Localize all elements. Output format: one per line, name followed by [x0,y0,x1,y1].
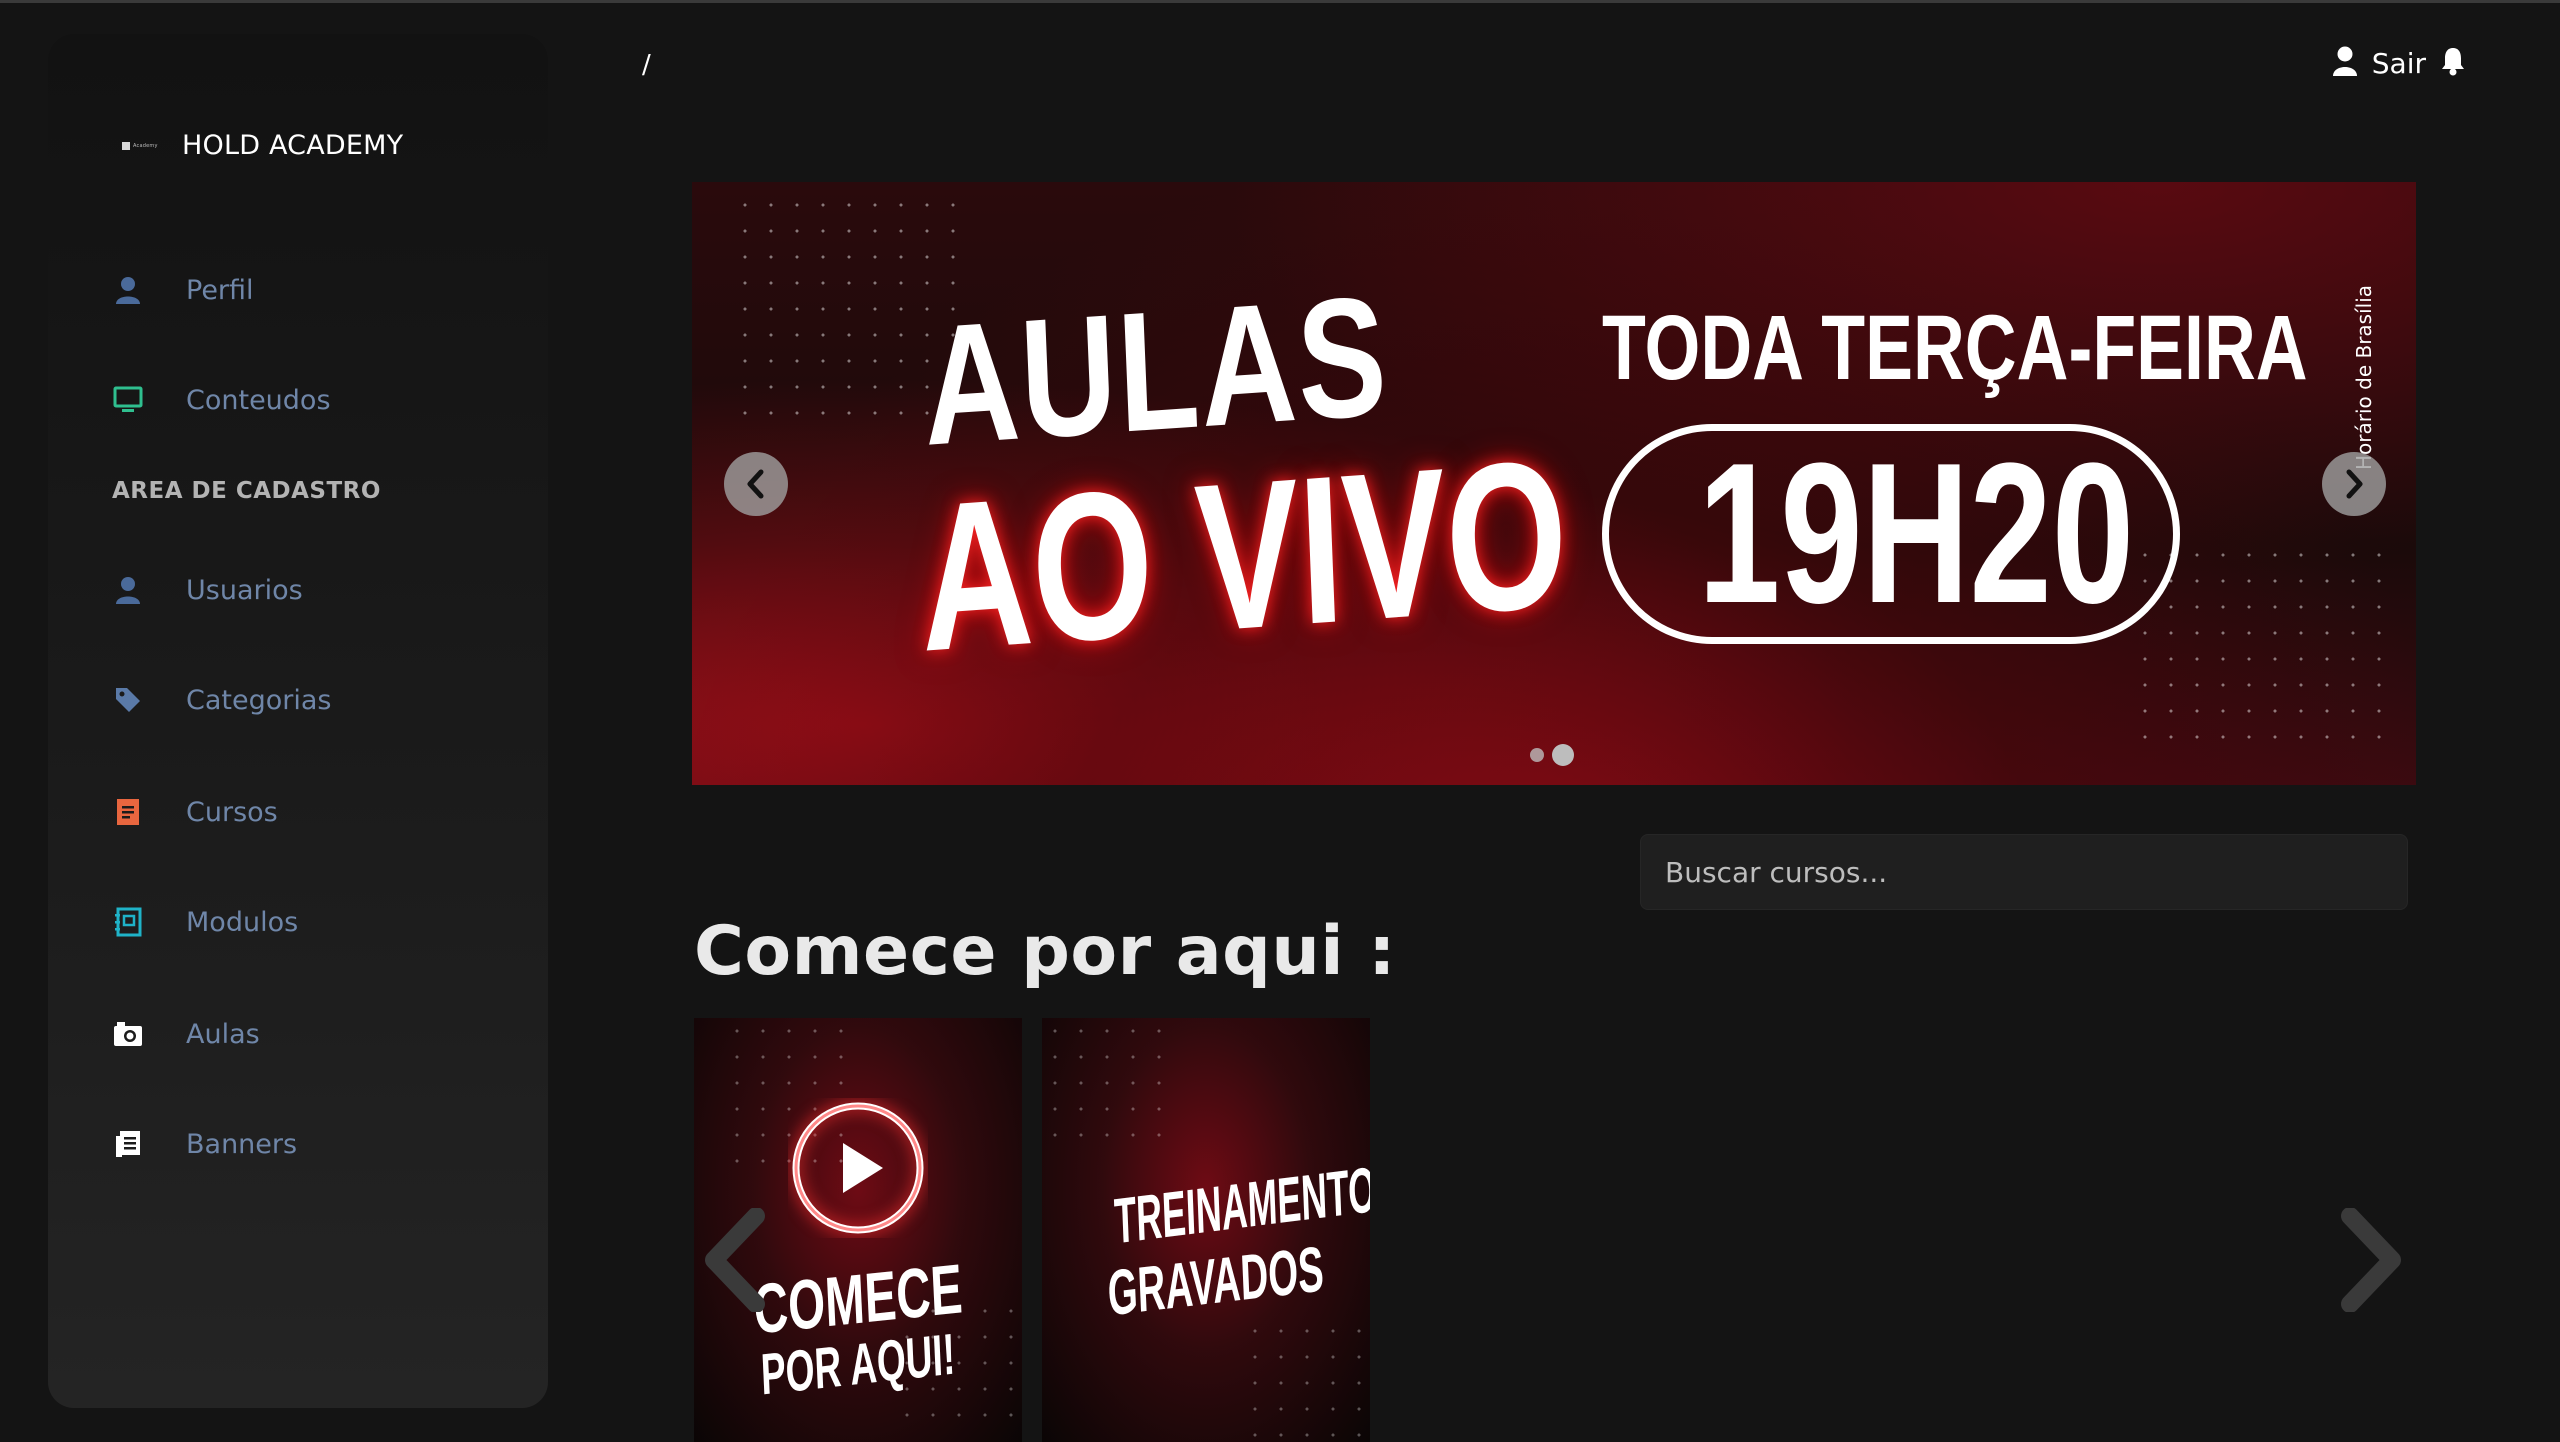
course-list-prev-button[interactable] [700,1208,770,1312]
monitor-icon [112,384,144,416]
course-card-treinamentos[interactable]: TREINAMENTOS GRAVADOS [1042,1018,1370,1442]
sidebar-item-banners[interactable]: Banners [112,1114,532,1174]
banner-timezone-note: Horário de Brasília [2352,284,2376,470]
sidebar-item-conteudos[interactable]: Conteudos [112,370,532,430]
user-icon[interactable] [2332,46,2358,80]
top-border [0,0,2560,3]
brand-name: HOLD ACADEMY [182,130,404,161]
sidebar-item-modulos[interactable]: Modulos [112,892,532,952]
notebook-icon [112,906,144,938]
sidebar-item-label: Banners [186,1128,298,1160]
sidebar-item-aulas[interactable]: Aulas [112,1004,532,1064]
carousel-indicator[interactable] [1530,748,1544,762]
carousel-indicator-active[interactable] [1552,744,1574,766]
carousel-indicators [1530,744,1574,766]
section-heading: Comece por aqui : [694,912,1396,991]
user-icon [112,574,144,606]
carousel-prev-button[interactable] [724,452,788,516]
sidebar-item-label: Perfil [186,274,254,306]
chevron-right-icon [2346,469,2363,499]
search-input[interactable] [1640,834,2408,910]
banner-time: 19H20 [1698,422,2135,645]
card-dot-pattern [1242,1318,1370,1442]
section-title-cadastro: AREA DE CADASTRO [112,478,381,504]
play-icon [792,1102,924,1234]
header-actions: Sair [2332,46,2466,80]
course-list-next-button[interactable] [2336,1208,2406,1312]
sidebar-item-label: Usuarios [186,574,303,606]
sidebar: Academy HOLD ACADEMY Perfil Conteudos AR… [48,34,548,1408]
tag-icon [112,684,144,716]
sidebar-item-label: Aulas [186,1018,260,1050]
banner-day: TODA TERÇA-FEIRA [1602,297,2308,399]
user-icon [112,274,144,306]
sidebar-item-categorias[interactable]: Categorias [112,670,532,730]
brand-logo: Academy [122,140,164,152]
sidebar-item-cursos[interactable]: Cursos [112,782,532,842]
camera-icon [112,1018,144,1050]
chevron-left-icon [747,469,764,499]
sidebar-item-label: Categorias [186,684,332,716]
sidebar-item-label: Conteudos [186,384,331,416]
sidebar-item-perfil[interactable]: Perfil [112,260,532,320]
document-icon [112,796,144,828]
bell-icon[interactable] [2440,46,2466,80]
banner-carousel: AULAS AO VIVO TODA TERÇA-FEIRA 19H20 Hor… [692,182,2416,785]
brand[interactable]: Academy HOLD ACADEMY [122,130,403,161]
breadcrumb: / [642,50,651,80]
logout-button[interactable]: Sair [2372,47,2426,80]
sidebar-item-label: Cursos [186,796,278,828]
sidebar-item-usuarios[interactable]: Usuarios [112,560,532,620]
carousel-next-button[interactable] [2322,452,2386,516]
banner-headline-line2: AO VIVO [915,415,1572,696]
card-dot-pattern [1042,1018,1172,1138]
newspaper-icon [112,1128,144,1160]
sidebar-item-label: Modulos [186,906,299,938]
